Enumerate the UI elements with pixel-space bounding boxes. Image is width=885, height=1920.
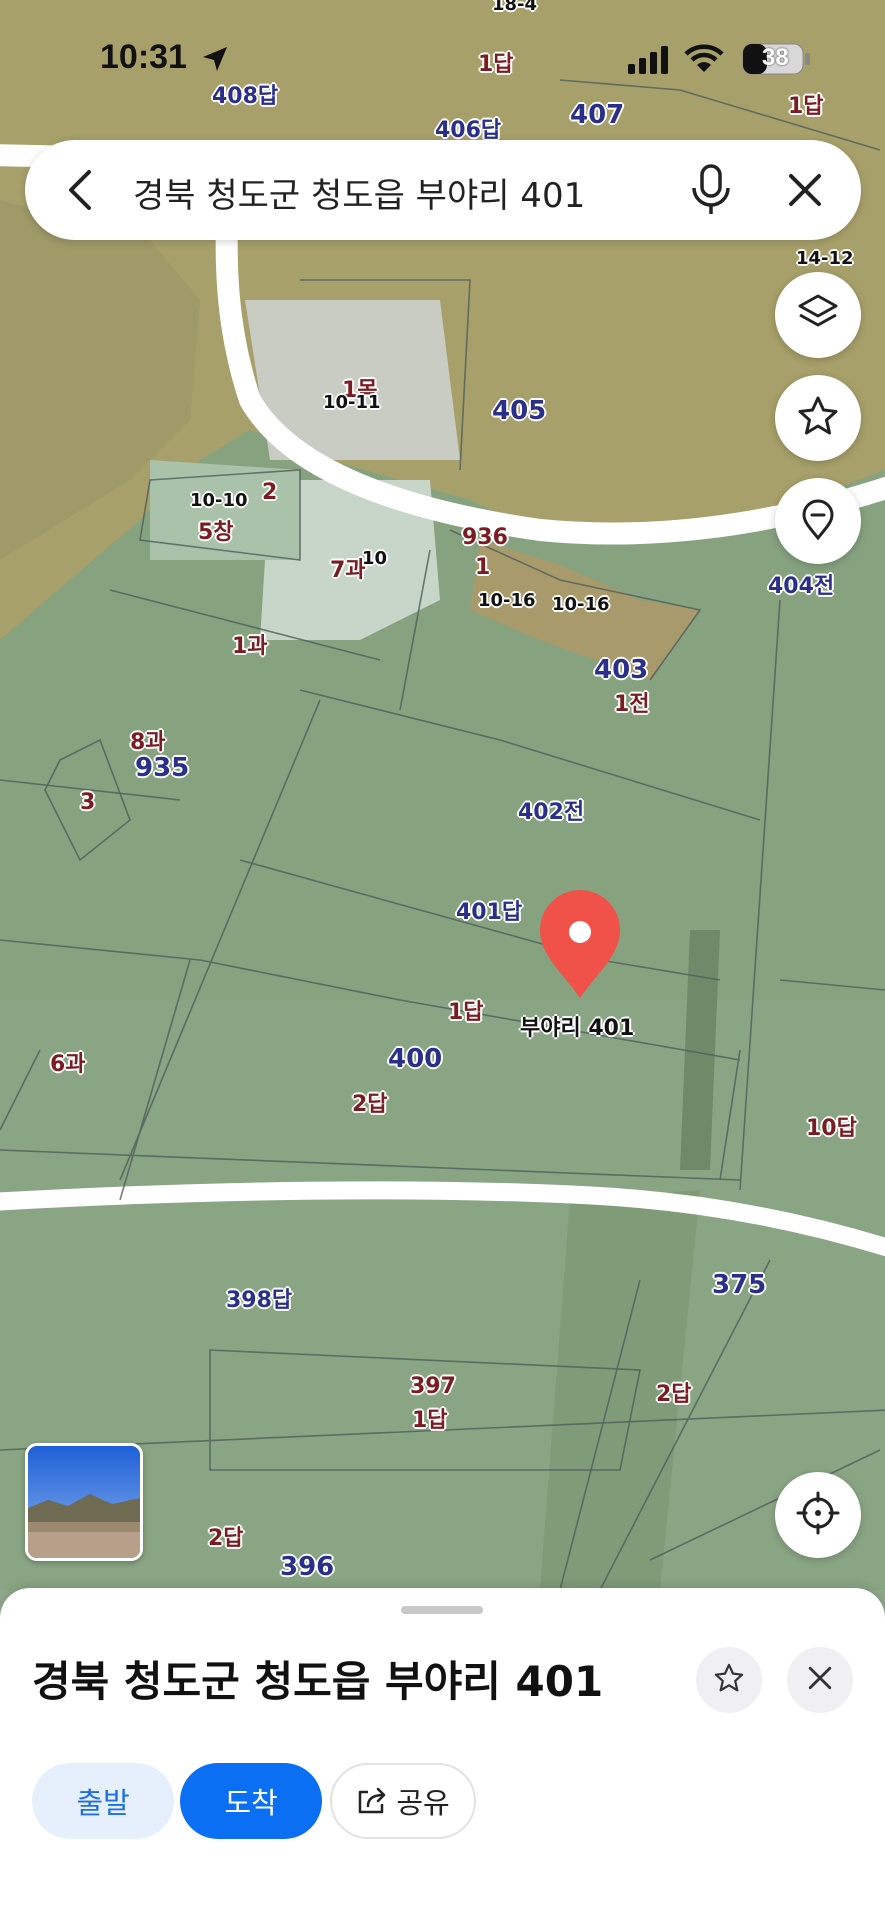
parcel-label: 398답 xyxy=(226,1288,293,1313)
status-time: 10:31 xyxy=(100,38,187,76)
share-label: 공유 xyxy=(396,1786,450,1820)
pin-icon xyxy=(796,497,840,545)
arrive-button[interactable]: 도착 xyxy=(180,1763,322,1839)
start-button[interactable]: 출발 xyxy=(32,1763,174,1839)
parcel-label: 1답 xyxy=(448,1000,484,1025)
back-icon[interactable] xyxy=(63,168,103,216)
layers-icon xyxy=(796,291,840,339)
parcel-label: 2답 xyxy=(656,1382,692,1407)
current-location-button[interactable] xyxy=(775,1472,861,1558)
parcel-label: 397 xyxy=(410,1374,456,1399)
parcel-label: 375 xyxy=(712,1270,767,1300)
parcel-label: 401답 xyxy=(456,900,523,925)
parcel-label: 8과 xyxy=(130,730,166,755)
mic-icon[interactable] xyxy=(689,164,733,220)
parcel-label: 400 xyxy=(388,1044,443,1074)
battery-level: 38 xyxy=(762,44,789,71)
close-icon[interactable] xyxy=(785,170,825,214)
place-sheet[interactable]: 경북 청도군 청도읍 부야리 401 출발 도착 공유 xyxy=(0,1588,885,1920)
parcel-label: 1전 xyxy=(614,692,650,717)
close-icon xyxy=(806,1664,834,1696)
status-bar: 10:31 38 xyxy=(0,0,885,120)
place-button[interactable] xyxy=(775,478,861,564)
parcel-label: 403 xyxy=(594,655,649,685)
wifi-icon xyxy=(684,44,724,78)
parcel-label: 6과 xyxy=(50,1052,86,1077)
parcel-label: 935 xyxy=(135,753,190,783)
save-star-button[interactable] xyxy=(696,1647,762,1713)
parcel-label: 405 xyxy=(492,396,547,426)
parcel-label: 404전 xyxy=(768,574,835,599)
parcel-label: 2답 xyxy=(208,1526,244,1551)
parcel-label: 10-16 xyxy=(478,590,536,611)
close-sheet-button[interactable] xyxy=(787,1647,853,1713)
parcel-label: 2 xyxy=(262,480,278,505)
parcel-label: 5창 xyxy=(198,520,234,545)
parcel-label: 14-12 xyxy=(796,248,854,269)
parcel-label: 10-10 xyxy=(190,490,248,511)
parcel-label: 1과 xyxy=(232,634,268,659)
layers-button[interactable] xyxy=(775,272,861,358)
marker-label: 부야리 401 xyxy=(520,1016,635,1041)
parcel-label: 402전 xyxy=(518,800,585,825)
star-icon xyxy=(713,1662,745,1698)
search-bar[interactable]: 경북 청도군 청도읍 부야리 401 xyxy=(25,140,861,240)
parcel-label: 10답 xyxy=(806,1116,857,1141)
parcel-label: 396 xyxy=(280,1552,335,1582)
street-view-thumbnail[interactable] xyxy=(25,1443,143,1561)
parcel-label: 10 xyxy=(362,548,388,569)
place-title: 경북 청도군 청도읍 부야리 401 xyxy=(32,1657,604,1706)
parcel-label: 1 xyxy=(475,555,491,580)
parcel-label: 2답 xyxy=(352,1092,388,1117)
sheet-handle[interactable] xyxy=(401,1606,483,1614)
signal-icon xyxy=(628,46,672,78)
parcel-label: 7과 xyxy=(330,558,366,583)
locate-icon xyxy=(796,1491,840,1539)
favorites-button[interactable] xyxy=(775,375,861,461)
parcel-label: 936 xyxy=(462,525,508,550)
share-button[interactable]: 공유 xyxy=(330,1763,476,1839)
parcel-label: 1답 xyxy=(412,1408,448,1433)
parcel-label: 3 xyxy=(80,790,96,815)
search-input[interactable]: 경북 청도군 청도읍 부야리 401 xyxy=(133,168,585,217)
share-icon xyxy=(356,1786,388,1816)
parcel-label: 10-16 xyxy=(552,594,610,615)
parcel-label: 10-11 xyxy=(323,392,381,413)
star-icon xyxy=(796,394,840,442)
location-arrow-icon xyxy=(200,44,230,78)
